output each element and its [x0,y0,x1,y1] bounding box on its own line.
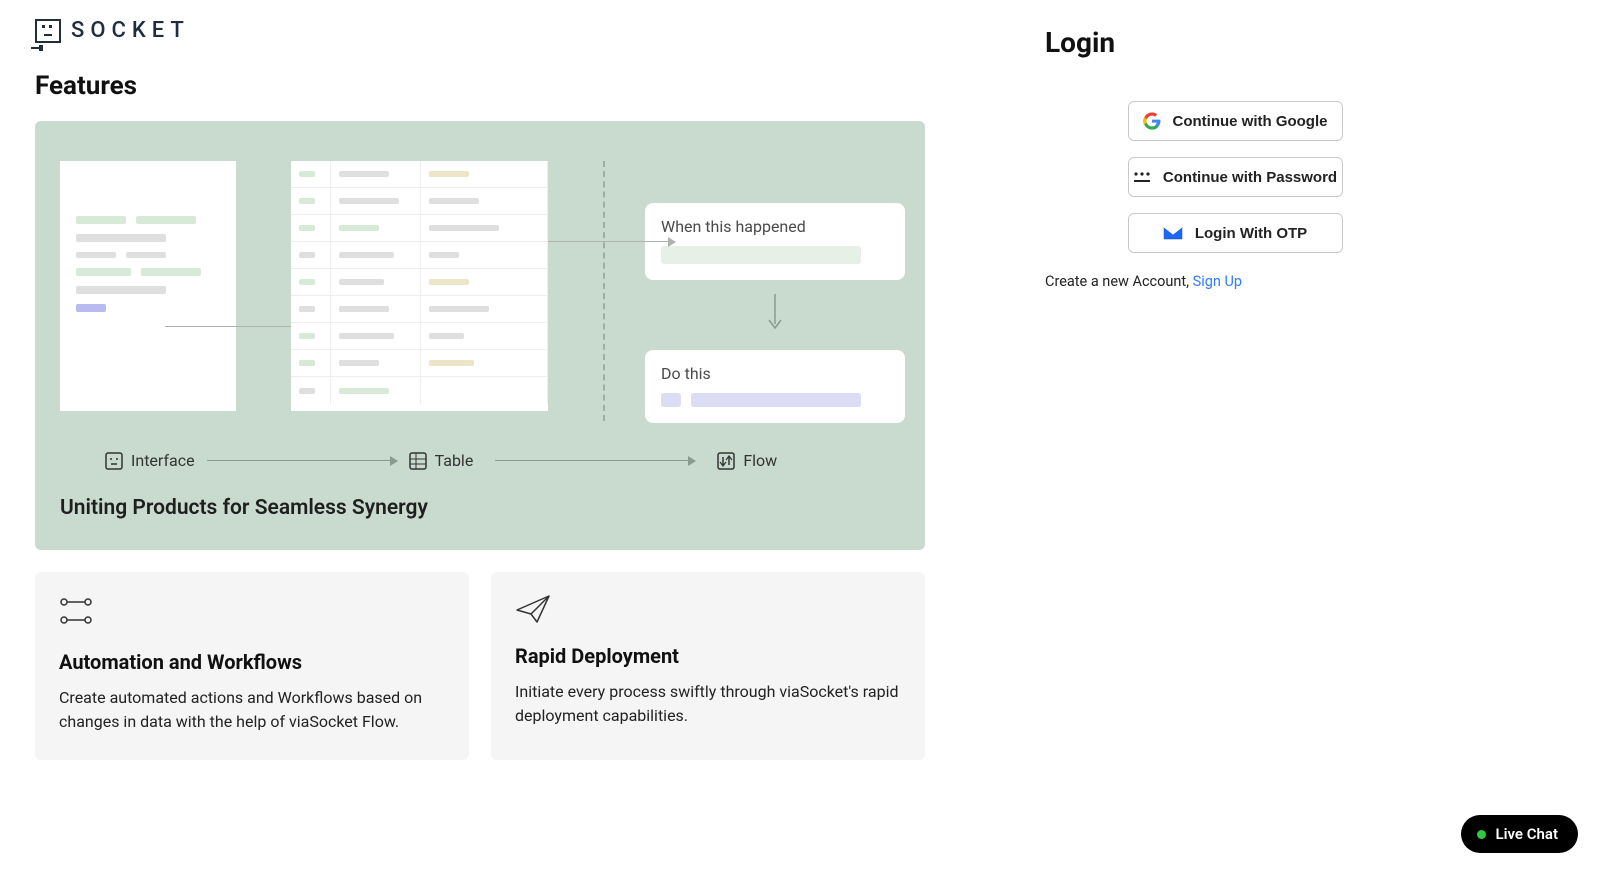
signup-text: Create a new Account, [1045,273,1193,290]
arrow-table-to-flow-icon [540,241,675,242]
connector-arrow-icon [495,460,695,461]
feature-diagram: When this happened Do this [55,161,905,443]
login-otp-button[interactable]: Login With OTP [1128,213,1343,253]
password-icon [1133,170,1151,184]
connector-arrow-icon [207,460,397,461]
status-dot-icon [1477,830,1486,839]
label-interface: Interface [105,451,195,470]
login-heading: Login [1045,26,1425,59]
diagram-flow-column: When this happened Do this [645,161,905,423]
feature-tile-deployment: Rapid Deployment Initiate every process … [491,572,925,760]
workflow-icon [59,594,445,634]
continue-google-label: Continue with Google [1173,113,1328,130]
hero-caption: Uniting Products for Seamless Synergy [55,496,905,520]
paper-plane-icon [515,594,901,628]
features-heading: Features [35,71,925,101]
diagram-interface-card [60,161,236,411]
diagram-table-card [291,161,548,411]
flow-trigger-box: When this happened [645,203,905,280]
tile-title: Automation and Workflows [59,650,445,674]
continue-password-label: Continue with Password [1163,169,1337,186]
flow-action-box: Do this [645,350,905,423]
brand-logo[interactable]: SOCKET [35,18,925,43]
continue-password-button[interactable]: Continue with Password [1128,157,1343,197]
arrow-down-icon [767,294,783,336]
label-flow: Flow [717,451,777,470]
label-table: Table [409,451,474,470]
tile-title: Rapid Deployment [515,644,901,668]
signup-link[interactable]: Sign Up [1193,273,1242,290]
flow-trigger-title: When this happened [661,217,889,236]
live-chat-label: Live Chat [1496,825,1559,843]
flow-icon [717,452,735,470]
otp-mail-icon [1163,225,1183,241]
interface-icon [105,452,123,470]
login-otp-label: Login With OTP [1195,225,1307,242]
brand-name: SOCKET [71,18,190,43]
continue-google-button[interactable]: Continue with Google [1128,101,1343,141]
google-icon [1143,112,1161,130]
logo-face-icon [35,19,61,43]
tile-desc: Create automated actions and Workflows b… [59,686,445,734]
flow-action-title: Do this [661,364,889,383]
live-chat-button[interactable]: Live Chat [1461,815,1579,853]
signup-prompt: Create a new Account, Sign Up [1045,273,1425,290]
table-icon [409,452,427,470]
diagram-divider [603,161,605,421]
feature-tile-automation: Automation and Workflows Create automate… [35,572,469,760]
tile-desc: Initiate every process swiftly through v… [515,680,901,728]
diagram-labels-row: Interface Table Flow [55,443,905,470]
feature-hero-panel: When this happened Do this [35,121,925,550]
